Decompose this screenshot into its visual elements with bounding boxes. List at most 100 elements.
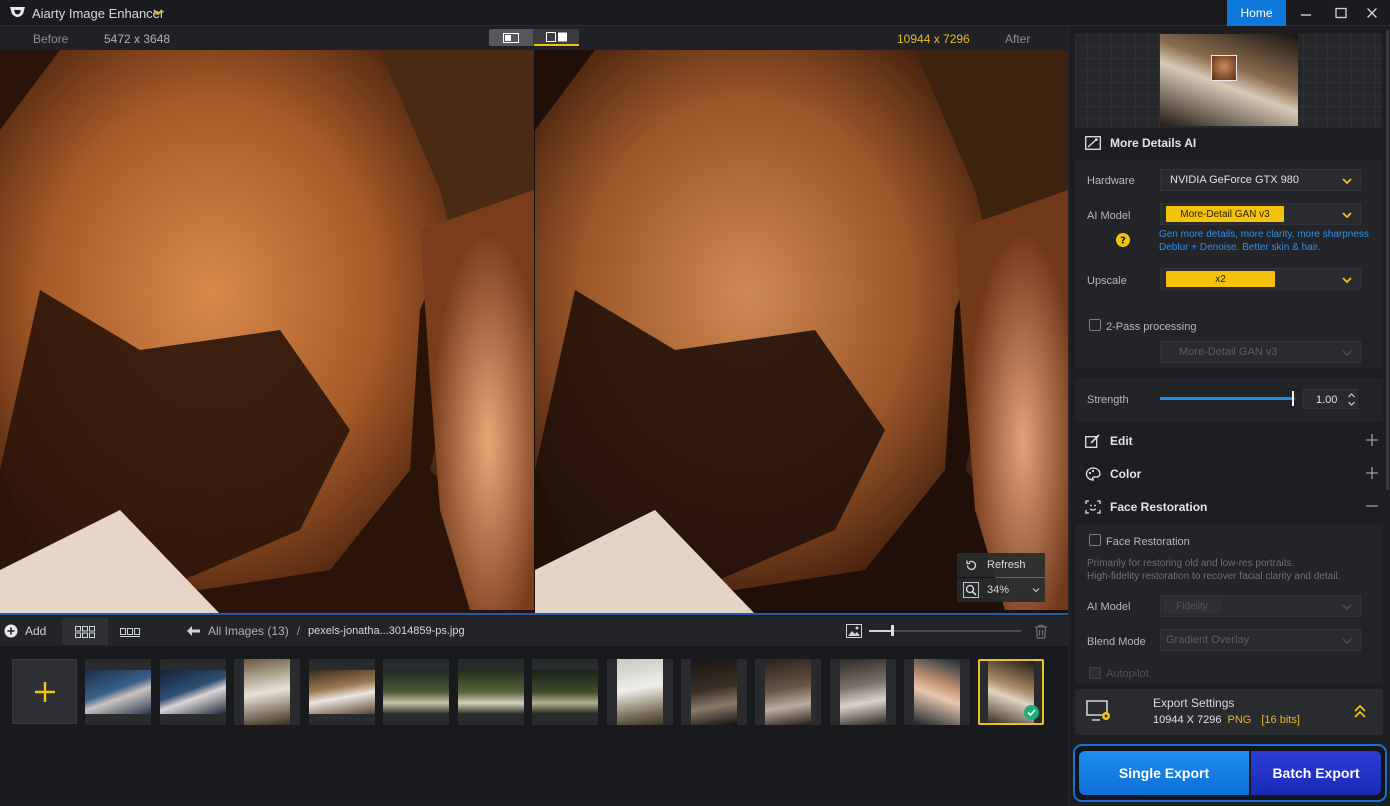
two-pass-model-select[interactable]: More-Detail GAN v3 [1160, 341, 1361, 363]
add-button[interactable]: Add [4, 621, 46, 641]
batch-export-button[interactable]: Batch Export [1251, 751, 1381, 795]
edit-icon [1085, 434, 1100, 448]
before-photo [0, 50, 534, 614]
thumbnail-size-handle[interactable] [891, 625, 894, 636]
plus-icon [1366, 434, 1378, 446]
thumbnail-selected[interactable] [978, 659, 1044, 725]
panel-scrollbar[interactable] [1386, 30, 1389, 490]
zoom-control[interactable]: 34% [957, 578, 1045, 602]
ai-model-hint-2: Deblur + Denoise. Better skin & hair. [1159, 242, 1321, 253]
thumbnail[interactable] [309, 659, 375, 725]
after-size: 10944 x 7296 [897, 32, 970, 46]
export-settings-summary: 10944 X 7296 PNG [16 bits] [1153, 714, 1300, 726]
thumbnail[interactable] [904, 659, 970, 725]
autopilot-checkbox[interactable] [1089, 667, 1101, 679]
stepper-icon[interactable] [1347, 392, 1356, 407]
breadcrumb-separator: / [296, 624, 301, 638]
blend-mode-select[interactable]: Gradient Overlay [1160, 629, 1361, 651]
add-image-tile[interactable] [12, 659, 77, 724]
section-title: Face Restoration [1110, 500, 1208, 514]
chevron-down-icon [1032, 588, 1040, 593]
before-label: Before [33, 32, 69, 46]
plus-icon [1366, 467, 1378, 479]
strength-value: 1.00 [1316, 394, 1338, 406]
face-hint-2: High-fidelity restoration to recover fac… [1087, 571, 1341, 582]
section-title: Edit [1110, 434, 1133, 448]
chevron-down-icon [1342, 212, 1352, 219]
face-restoration-checkbox[interactable] [1089, 534, 1101, 546]
upscale-select[interactable]: x2 [1160, 268, 1361, 290]
single-export-button[interactable]: Single Export [1079, 751, 1249, 795]
section-face-restoration[interactable]: Face Restoration [1075, 492, 1383, 522]
face-ai-model-label: AI Model [1087, 601, 1131, 613]
face-hint-1: Primarily for restoring old and low-res … [1087, 558, 1295, 569]
thumbnail[interactable] [830, 659, 896, 725]
after-label: After [1005, 32, 1031, 46]
thumbnail[interactable] [383, 659, 449, 725]
hardware-select[interactable]: NVIDIA GeForce GTX 980 [1160, 169, 1361, 191]
filmstrip-icon [120, 627, 140, 637]
close-icon [1367, 8, 1377, 18]
strength-slider[interactable] [1160, 397, 1296, 400]
refresh-button[interactable]: Refresh [957, 553, 1045, 577]
navigator-viewport[interactable] [1211, 55, 1237, 81]
thumbnail[interactable] [160, 659, 226, 725]
before-image[interactable] [0, 50, 534, 614]
chevron-down-icon [1342, 604, 1352, 611]
upscale-label: Upscale [1087, 275, 1127, 287]
chevron-down-icon [1342, 277, 1352, 284]
chevron-down-icon [1342, 638, 1352, 645]
filmstrip-view-button[interactable] [110, 618, 150, 645]
chevron-down-icon [1342, 178, 1352, 185]
ai-model-value: More-Detail GAN v3 [1166, 206, 1284, 222]
two-pass-checkbox[interactable] [1089, 319, 1101, 331]
minimize-button[interactable] [1286, 0, 1326, 26]
hardware-label: Hardware [1087, 175, 1135, 187]
face-ai-model-value: Fidelity [1163, 598, 1221, 614]
app-logo-icon [10, 7, 25, 17]
chevron-down-icon [1342, 350, 1352, 357]
arrow-left-icon[interactable] [186, 625, 200, 637]
image-size-icon [846, 624, 862, 638]
add-label: Add [25, 624, 47, 638]
thumbnail-size-fill [869, 630, 893, 632]
two-pass-label: 2-Pass processing [1106, 321, 1197, 333]
thumbnail[interactable] [85, 659, 151, 725]
section-more-details[interactable]: More Details AI [1075, 128, 1383, 158]
single-view-button[interactable] [489, 29, 533, 46]
export-resolution: 10944 X 7296 [1153, 714, 1222, 726]
grid-view-button[interactable] [62, 618, 108, 645]
grid-icon [75, 625, 95, 638]
export-settings-title: Export Settings [1153, 696, 1235, 710]
title-bar [0, 0, 1390, 26]
chevron-down-icon[interactable] [152, 6, 164, 18]
strength-handle[interactable] [1292, 391, 1295, 406]
thumbnail[interactable] [607, 659, 673, 725]
palette-icon [1085, 467, 1101, 481]
home-button[interactable]: Home [1227, 0, 1286, 26]
split-view-button[interactable] [534, 29, 579, 46]
trash-icon[interactable] [1034, 624, 1048, 639]
face-ai-model-select[interactable]: Fidelity [1160, 595, 1361, 617]
help-icon[interactable]: ? [1116, 233, 1130, 247]
thumbnail[interactable] [458, 659, 524, 725]
autopilot-label: Autopilot [1106, 668, 1149, 680]
thumbnail[interactable] [681, 659, 747, 725]
after-image[interactable] [535, 50, 1068, 614]
strength-input[interactable]: 1.00 [1303, 389, 1358, 409]
section-title: More Details AI [1110, 136, 1197, 150]
face-restoration-label: Face Restoration [1106, 536, 1190, 548]
close-button[interactable] [1352, 0, 1390, 26]
section-title: Color [1110, 467, 1142, 481]
more-details-box [1075, 160, 1383, 368]
section-color[interactable]: Color [1075, 459, 1383, 489]
ai-model-select[interactable]: More-Detail GAN v3 [1160, 203, 1361, 225]
section-edit[interactable]: Edit [1075, 426, 1383, 456]
thumbnail[interactable] [755, 659, 821, 725]
two-pass-model-value: More-Detail GAN v3 [1179, 346, 1278, 358]
breadcrumb-all-images[interactable]: All Images (13) [208, 624, 289, 638]
view-bottom-line [0, 613, 1068, 615]
thumbnail[interactable] [532, 659, 598, 725]
thumbnail[interactable] [234, 659, 300, 725]
chevron-double-up-icon[interactable] [1353, 704, 1367, 719]
